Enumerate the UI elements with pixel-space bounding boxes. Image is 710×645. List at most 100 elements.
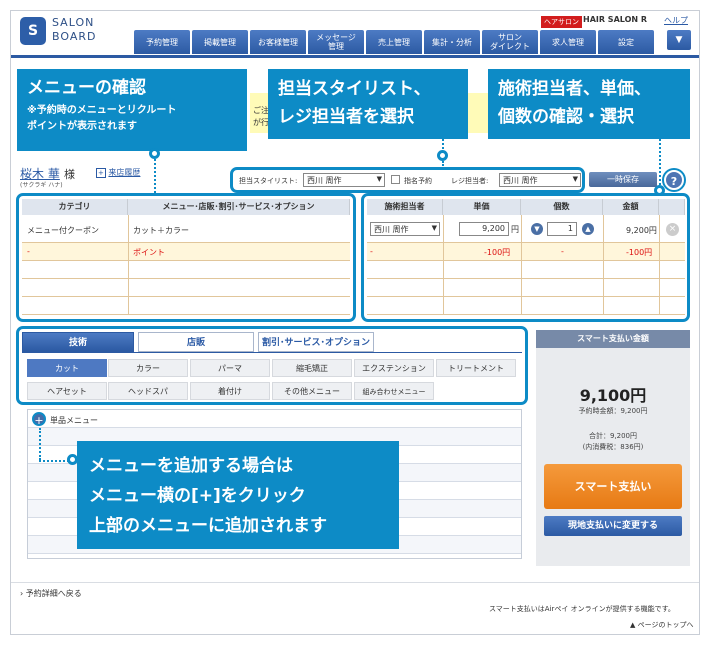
stylist-label: 担当スタイリスト:: [239, 177, 298, 185]
callout-add-line1: メニューを追加する場合は: [89, 456, 293, 476]
callout-connector: [154, 159, 156, 193]
back-to-detail-link[interactable]: › 予約詳細へ戻る: [20, 588, 82, 599]
quantity-input[interactable]: 1: [547, 222, 577, 236]
unit-price-input[interactable]: 9,200: [459, 222, 509, 236]
row2-category: -: [27, 247, 30, 256]
visit-history-label: 来店履歴: [108, 168, 141, 177]
nav-item-1[interactable]: 掲載管理: [192, 30, 248, 54]
smart-pay-amount: 9,100円: [579, 386, 647, 405]
total-amount: 合計：9,200円: [588, 432, 638, 440]
col-category: カテゴリ: [22, 199, 128, 215]
logo-line2: BOARD: [52, 30, 97, 43]
customer-honorific: 様: [64, 168, 75, 181]
tab-retail[interactable]: 店販: [138, 332, 254, 352]
decrement-icon[interactable]: ▼: [531, 223, 543, 235]
register-label: レジ担当者:: [451, 177, 489, 185]
callout-stylist-line1: 担当スタイリスト、: [278, 79, 431, 99]
delete-icon[interactable]: ×: [666, 223, 679, 236]
logo-line1: SALON: [52, 16, 95, 29]
help-icon[interactable]: ?: [664, 170, 684, 190]
subtab-8[interactable]: 着付け: [190, 382, 270, 400]
subtab-9[interactable]: その他メニュー: [272, 382, 352, 400]
col-amount: 金額: [603, 199, 659, 215]
callout-price-line2: 個数の確認・選択: [498, 107, 634, 127]
subtab-0[interactable]: カット: [27, 359, 107, 377]
col-divider: [128, 215, 129, 315]
temporary-save-button[interactable]: 一時保存: [589, 172, 657, 187]
visit-history-link[interactable]: + 来店履歴: [96, 167, 140, 178]
increment-icon[interactable]: ▲: [582, 223, 594, 235]
subtab-4[interactable]: エクステンション: [354, 359, 434, 377]
nav-item-2[interactable]: お客様管理: [250, 30, 306, 54]
subtab-10[interactable]: 組み合わせメニュー: [354, 382, 434, 400]
table-row: [367, 279, 685, 297]
chevron-down-icon: ▼: [572, 175, 578, 183]
callout-connector: [659, 139, 661, 189]
reserved-amount: 予約時金額：9,200円: [578, 407, 648, 415]
help-link[interactable]: ヘルプ: [664, 15, 688, 26]
col-divider: [659, 215, 660, 315]
tab-technique[interactable]: 技術: [22, 332, 134, 352]
callout-connector: [39, 460, 69, 462]
col-delete: [659, 199, 685, 215]
salon-name: HAIR SALON R: [583, 15, 648, 24]
col-divider: [443, 215, 444, 315]
smart-pay-title: スマート支払い金額: [536, 330, 690, 348]
col-quantity: 個数: [521, 199, 603, 215]
nav-item-6[interactable]: サロン ダイレクト: [482, 30, 538, 54]
table-row: [22, 279, 350, 297]
callout-menu-confirm-sub: ※予約時のメニューとリクルート ポイントが表示されます: [27, 105, 177, 132]
register-select[interactable]: 西川 周作 ▼: [499, 173, 581, 187]
callout-dot: [437, 150, 448, 161]
subtab-2[interactable]: パーマ: [190, 359, 270, 377]
customer-kana: (サクラギ ハナ): [20, 182, 63, 189]
subtab-6[interactable]: ヘアセット: [27, 382, 107, 400]
row2-qty: -: [561, 247, 564, 256]
staff-select[interactable]: 西川 周作 ▼: [370, 222, 440, 236]
notice-text-b: が行: [253, 118, 269, 127]
designated-checkbox[interactable]: [391, 175, 400, 184]
subtab-3[interactable]: 縮毛矯正: [272, 359, 352, 377]
callout-stylist-line2: レジ担当者を選択: [278, 107, 414, 127]
callout-dot: [149, 148, 160, 159]
subtab-5[interactable]: トリートメント: [436, 359, 516, 377]
change-to-onsite-button[interactable]: 現地支払いに変更する: [544, 516, 682, 536]
smart-pay-button[interactable]: スマート支払い: [544, 464, 682, 509]
callout-add-line3: 上部のメニューに追加されます: [89, 516, 327, 536]
stylist-select-value: 西川 周作: [307, 176, 342, 185]
menu-table-frame: カテゴリ メニュー･店販･割引･サービス･オプション メニュー付クーポン カット…: [16, 193, 356, 322]
nav-item-0[interactable]: 予約管理: [134, 30, 190, 54]
stylist-select[interactable]: 西川 周作 ▼: [303, 173, 385, 187]
chevron-up-icon: ▲: [630, 621, 638, 629]
staff-select-value: 西川 周作: [374, 225, 409, 234]
tab-discount[interactable]: 割引･サービス･オプション: [258, 332, 374, 352]
salon-type-badge: ヘアサロン: [541, 16, 582, 28]
chevron-down-icon: ▼: [431, 224, 437, 232]
list-item: 単品メニュー: [28, 410, 521, 428]
salon-board-logo[interactable]: S: [20, 17, 46, 45]
nav-item-7[interactable]: 求人管理: [540, 30, 596, 54]
subtab-7[interactable]: ヘッドスパ: [108, 382, 188, 400]
main-nav: 予約管理 掲載管理 お客様管理 メッセージ 管理 売上管理 集計・分析 サロン ダイレクト求…: [134, 30, 656, 54]
page-top-link[interactable]: ▲ ページのトップへ: [630, 620, 693, 630]
col-divider: [603, 215, 604, 315]
nav-dropdown-icon[interactable]: ▼: [667, 30, 691, 50]
unit-yen: 円: [511, 225, 519, 234]
chevron-down-icon: ▼: [376, 175, 382, 183]
nav-item-4[interactable]: 売上管理: [366, 30, 422, 54]
callout-price-confirm: 施術担当者、単価、 個数の確認・選択: [488, 69, 690, 139]
nav-item-5[interactable]: 集計・分析: [424, 30, 480, 54]
row2-amount: -100円: [626, 248, 653, 257]
table-row: [22, 297, 350, 315]
row1-category: メニュー付クーポン: [27, 226, 99, 235]
add-menu-plus-icon[interactable]: +: [32, 412, 46, 427]
back-label: 予約詳細へ戻る: [25, 589, 82, 598]
nav-underline: [11, 55, 699, 58]
nav-item-3[interactable]: メッセージ 管理: [308, 30, 364, 54]
callout-menu-confirm: メニューの確認 ※予約時のメニューとリクルート ポイントが表示されます: [17, 69, 247, 151]
tax-amount: (内消費税：836円): [582, 443, 644, 451]
row2-item: ポイント: [133, 248, 165, 257]
airpay-note: スマート支払いはAirペイ オンラインが提供する機能です。: [489, 605, 675, 613]
subtab-1[interactable]: カラー: [108, 359, 188, 377]
nav-item-8[interactable]: 設定: [598, 30, 654, 54]
